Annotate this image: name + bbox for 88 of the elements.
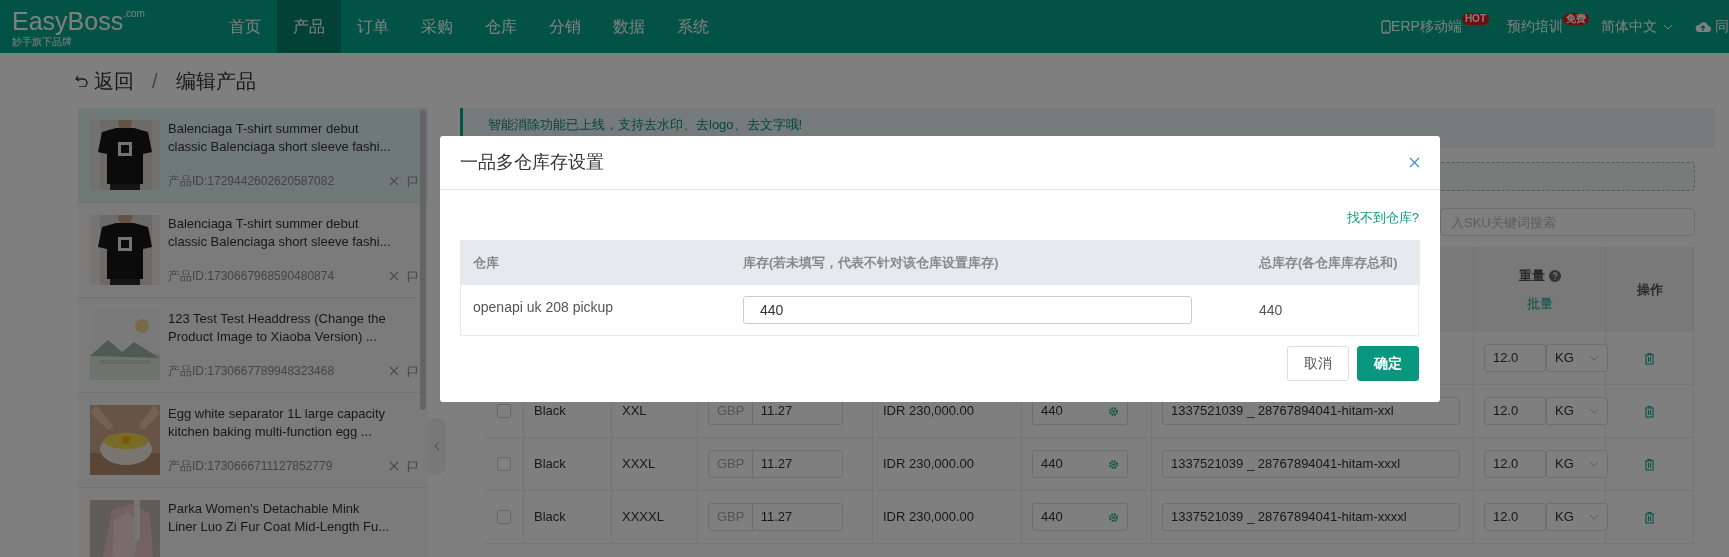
nav-link-text[interactable]: 简体中文 [1601,16,1657,37]
stock-field[interactable]: 440 [1032,450,1128,478]
caret-icon [1589,408,1599,414]
page-title: 编辑产品 [175,68,256,94]
close-icon[interactable] [389,460,399,471]
column-header: 重量 [1518,267,1545,285]
table-cell-text: XXXL [622,455,656,474]
flag-icon[interactable] [407,270,418,282]
trash-icon[interactable] [1644,457,1655,471]
nav-tab[interactable]: 首页 [213,0,277,53]
hot-tag: 免费 [1563,12,1589,25]
caret-icon [1589,355,1599,361]
product-title: Balenciaga T-shirt summer debut classic Balenciaga short sleeve fashi... [168,215,392,251]
column-header: 总库存(各仓库库存总和) [1259,254,1398,272]
nav-tab[interactable]: 数据 [597,0,661,53]
caret-icon [1589,514,1599,520]
gear-icon[interactable] [1108,458,1119,470]
gear-icon[interactable] [1108,511,1119,523]
table-cell-text: IDR 230,000.00 [883,455,975,474]
product-title: Balenciaga T-shirt summer debut classic Balenciaga short sleeve fashi... [168,120,392,156]
cloud-icon [1695,20,1711,33]
nav-tab[interactable]: 分销 [533,0,597,53]
chevron-left-icon [434,441,440,451]
help-icon [1548,269,1561,282]
sku-field[interactable]: 1337521039 _ 28767894041-hitam-xxxl [1162,450,1460,478]
column-header: 仓库 [473,254,499,272]
unit-select[interactable]: KG [1546,397,1608,425]
dialog-title: 一品多仓库存设置 [460,151,604,174]
table-cell-text: XXL [622,402,647,421]
weight-field[interactable]: 12.0 [1484,344,1546,372]
product-title: 123 Test Test Headdress (Change the Product Image to Xiaoba Version) ... [168,310,387,346]
nav-tab[interactable]: 采购 [405,0,469,53]
stock-field[interactable]: 440 [1032,503,1128,531]
table-cell-text: Black [534,402,566,421]
back-icon [75,74,88,87]
logo-tagline: 妙手旗下品牌 [12,36,73,47]
table-cell-text: XXXXL [622,508,664,527]
table-cell-text: Black [534,508,566,527]
phone-icon [1381,19,1392,34]
flag-icon[interactable] [407,175,418,187]
back-link[interactable]: 返回 [75,65,134,96]
batch-link[interactable]: 批量 [1526,293,1553,313]
weight-field[interactable]: 12.0 [1484,503,1546,531]
table-cell-text: IDR 230,000.00 [883,402,975,421]
nav-link-text[interactable]: 预约培训 [1507,16,1563,37]
weight-field[interactable]: 12.0 [1484,450,1546,478]
nav-tab[interactable]: 系统 [661,0,725,53]
nav-tab[interactable]: 仓库 [469,0,533,53]
stock-input[interactable]: 440 [743,296,1192,324]
unit-select[interactable]: KG [1546,344,1608,372]
flag-icon[interactable] [407,460,418,472]
unit-select[interactable]: KG [1546,503,1608,531]
nav-link-text[interactable]: 同 [1715,16,1729,37]
weight-field[interactable]: 12.0 [1484,397,1546,425]
trash-icon[interactable] [1644,510,1655,524]
sku-field[interactable]: 1337521039 _ 28767894041-hitam-xxxxl [1162,503,1460,531]
collapse-handle[interactable] [428,418,446,474]
product-title: Egg white separator 1L large capacity kitchen baking multi-function egg ... [168,405,387,441]
trash-icon[interactable] [1644,351,1655,365]
checkbox[interactable] [496,404,511,418]
flag-icon[interactable] [407,365,418,377]
nav-link-text[interactable]: ERP移动端 [1391,16,1462,37]
column-header: 库存(若未填写，代表不针对该仓库设置库存) [743,254,999,272]
product-title: Parka Women's Detachable Mink Liner Luo Zi Fur Coat Mid-Length Fu... [168,500,391,536]
nav-tab[interactable]: 订单 [341,0,405,53]
gear-icon[interactable] [1108,405,1119,417]
column-header: 操作 [1606,247,1694,332]
table-cell-text: Black [534,455,566,474]
checkbox[interactable] [496,457,511,471]
close-icon[interactable] [389,175,399,186]
breadcrumb-separator: / [152,68,158,94]
cancel-button[interactable]: 取消 [1287,346,1349,381]
caret-icon [1589,461,1599,467]
table-cell-text: 440 [1259,300,1283,320]
close-icon[interactable] [1409,157,1420,168]
checkbox[interactable] [496,510,511,524]
table-cell-text: openapi uk 208 pickup [473,298,614,317]
caret-icon [1663,23,1673,30]
confirm-button[interactable]: 确定 [1357,346,1419,381]
nav-tab[interactable]: 产品 [277,0,341,53]
close-icon[interactable] [389,365,399,376]
table-cell-text: IDR 230,000.00 [883,508,975,527]
close-icon[interactable] [389,270,399,281]
trash-icon[interactable] [1644,404,1655,418]
help-link[interactable]: 找不到仓库? [1346,208,1419,228]
hot-tag: HOT [1461,12,1489,25]
unit-select[interactable]: KG [1546,450,1608,478]
product-list-item[interactable]: Parka Women's Detachable Mink Liner Luo Zi Fur Coat Mid-Length Fu... [78,488,428,557]
